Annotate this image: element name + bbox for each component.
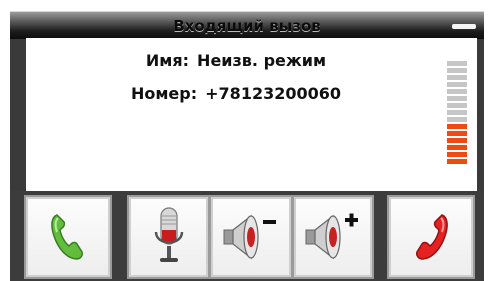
microphone-button[interactable]	[127, 195, 210, 279]
caller-name-value: Неизв. режим	[197, 51, 327, 70]
level-segment	[447, 89, 467, 94]
caller-name-label: Имя:	[145, 51, 190, 70]
signal-level-meter	[447, 61, 469, 166]
microphone-icon	[154, 207, 183, 262]
level-segment	[447, 61, 467, 66]
level-segment	[447, 117, 467, 122]
close-icon[interactable]	[452, 24, 476, 29]
level-segment	[447, 96, 467, 101]
speaker-minus-icon	[223, 214, 276, 260]
level-segment	[447, 68, 467, 73]
level-segment	[447, 159, 467, 164]
level-segment	[447, 103, 467, 108]
reject-button[interactable]	[387, 195, 475, 279]
window-title: Входящий вызов	[173, 17, 321, 35]
caller-number-label: Номер:	[130, 84, 198, 103]
caller-name-row: Имя: Неизв. режим	[26, 51, 446, 70]
level-segment	[447, 82, 467, 87]
volume-up-button[interactable]	[292, 195, 374, 279]
level-segment	[447, 138, 467, 143]
level-segment	[447, 124, 467, 129]
answer-button[interactable]	[24, 195, 112, 279]
level-segment	[447, 131, 467, 136]
phone-reject-icon	[416, 214, 448, 260]
volume-down-button[interactable]	[209, 195, 293, 279]
phone-answer-icon	[51, 214, 83, 260]
title-bar: Входящий вызов	[10, 11, 484, 39]
caller-number-value: +78123200060	[205, 84, 342, 103]
caller-number-row: Номер: +78123200060	[26, 84, 446, 103]
level-segment	[447, 152, 467, 157]
level-segment	[447, 110, 467, 115]
speaker-plus-icon	[305, 213, 358, 260]
level-segment	[447, 145, 467, 150]
level-segment	[447, 75, 467, 80]
caller-info-panel: Имя: Неизв. режим Номер: +78123200060	[26, 38, 477, 191]
